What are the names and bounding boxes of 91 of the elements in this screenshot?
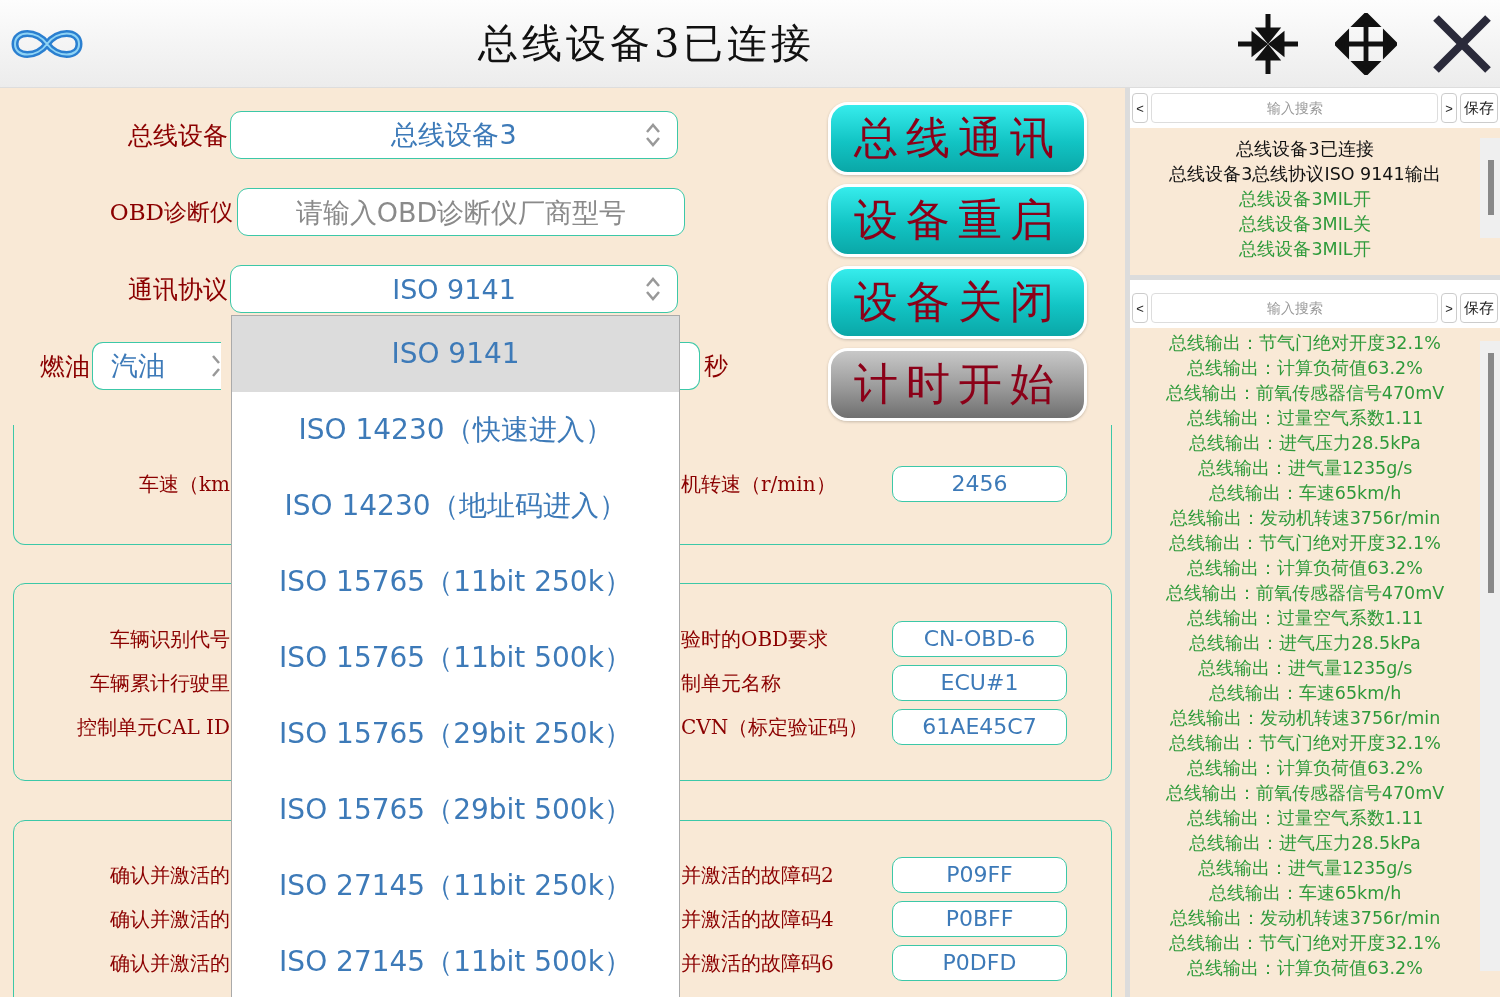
- field-label: 车速（km: [137, 470, 230, 498]
- log-line: 总线输出：计算负荷值63.2%: [1186, 757, 1424, 780]
- log-line: 总线输出：计算负荷值63.2%: [1186, 357, 1424, 380]
- next-button[interactable]: >: [1441, 293, 1457, 323]
- protocol-select[interactable]: ISO 9141: [230, 265, 678, 313]
- log-line: 总线输出：进气压力28.5kPa: [1188, 832, 1422, 855]
- previous-button[interactable]: <: [1132, 293, 1148, 323]
- log-line: 总线输出：过量空气系数1.11: [1185, 607, 1425, 630]
- window-title: 总线设备3已连接: [478, 19, 816, 68]
- next-button[interactable]: >: [1441, 93, 1457, 123]
- log-line: 总线输出：发动机转速3756r/min: [1168, 707, 1442, 730]
- field-label: 总线设备: [127, 119, 228, 152]
- dropdown-option[interactable]: ISO 14230（快速进入）: [232, 392, 679, 468]
- dropdown-option[interactable]: ISO 15765（29bit 500k）: [232, 772, 679, 848]
- value-field: CN-OBD-6: [892, 621, 1067, 657]
- log-line: 总线输出：前氧传感器信号470mV: [1164, 582, 1446, 605]
- field-label: 燃油: [40, 350, 90, 383]
- move-icon[interactable]: [1335, 12, 1397, 75]
- field-label: 验时的OBD要求: [681, 625, 830, 653]
- search-field[interactable]: 输入搜索: [1151, 93, 1438, 123]
- log-line: 总线输出：过量空气系数1.11: [1185, 807, 1425, 830]
- scrollbar[interactable]: [1480, 138, 1500, 238]
- dropdown-option[interactable]: ISO 14230（地址码进入）: [232, 468, 679, 544]
- log-line: 总线输出：进气压力28.5kPa: [1188, 632, 1422, 655]
- previous-button[interactable]: <: [1132, 93, 1148, 123]
- log-line: 总线输出：节气门绝对开度32.1%: [1168, 932, 1442, 955]
- log-line: 总线输出：计算负荷值63.2%: [1186, 957, 1424, 980]
- value-field: P0BFF: [892, 901, 1067, 937]
- dropdown-option[interactable]: ISO 15765（29bit 250k）: [232, 696, 679, 772]
- log-line: 总线输出：计算负荷值63.2%: [1186, 557, 1424, 580]
- field-label: 车辆累计行驶里: [89, 669, 230, 697]
- field-label: 并激活的故障码4: [681, 905, 835, 933]
- field-label: 并激活的故障码2: [681, 861, 835, 889]
- scrollbar[interactable]: [1480, 341, 1500, 971]
- action-button[interactable]: 总线通讯: [828, 102, 1087, 175]
- field-label: 确认并激活的: [109, 949, 230, 977]
- log-line: 总线输出：车速65km/h: [1207, 882, 1403, 905]
- unit-label: 秒: [704, 351, 728, 382]
- log-line: 总线输出：前氧传感器信号470mV: [1164, 382, 1446, 405]
- field-label: CVN（标定验证码）: [681, 713, 870, 741]
- field-label: 并激活的故障码6: [681, 949, 835, 977]
- field-label: 控制单元CAL ID: [75, 713, 230, 741]
- field-label: OBD诊断仪: [108, 197, 233, 227]
- dropdown-option[interactable]: ISO 27145（11bit 500k）: [232, 924, 679, 997]
- log-line: 总线设备3MIL开: [1238, 238, 1372, 261]
- log-line: 总线设备3MIL开: [1238, 188, 1372, 211]
- action-button[interactable]: 设备重启: [828, 184, 1087, 257]
- field-label: 机转速（r/min）: [681, 470, 837, 498]
- chevron-icon: [211, 353, 222, 379]
- log-line: 总线输出：进气量1235g/s: [1196, 657, 1414, 680]
- field-label: 制单元名称: [681, 669, 782, 697]
- fuel-select[interactable]: 汽油: [92, 342, 222, 390]
- log-line: 总线设备3已连接: [1235, 138, 1375, 161]
- value-field: ECU#1: [892, 665, 1067, 701]
- chevron-icon: [645, 276, 661, 302]
- search-field[interactable]: 输入搜索: [1151, 293, 1438, 323]
- log-line: 总线输出：前氧传感器信号470mV: [1164, 782, 1446, 805]
- field-label: 确认并激活的: [109, 861, 230, 889]
- dropdown-option[interactable]: ISO 15765（11bit 500k）: [232, 620, 679, 696]
- log-line: 总线输出：发动机转速3756r/min: [1168, 907, 1442, 930]
- input-field[interactable]: 请输入OBD诊断仪厂商型号: [237, 188, 685, 236]
- device-select[interactable]: 总线设备3: [230, 111, 678, 159]
- save-button[interactable]: 保存: [1460, 93, 1498, 123]
- field-label: 通讯协议: [127, 273, 228, 306]
- value-field: 2456: [892, 466, 1067, 502]
- dropdown-option[interactable]: ISO 15765（11bit 250k）: [232, 544, 679, 620]
- value-field: P0DFD: [892, 945, 1067, 981]
- log-line: 总线输出：进气压力28.5kPa: [1188, 432, 1422, 455]
- log-line: 总线输出：进气量1235g/s: [1196, 457, 1414, 480]
- dropdown-option[interactable]: ISO 27145（11bit 250k）: [232, 848, 679, 924]
- field-label: 确认并激活的: [109, 905, 230, 933]
- log-line: 总线输出：发动机转速3756r/min: [1168, 507, 1442, 530]
- log-line: 总线输出：过量空气系数1.11: [1185, 407, 1425, 430]
- value-field: 61AE45C7: [892, 709, 1067, 745]
- value-field: P09FF: [892, 857, 1067, 893]
- collapse-arrows-icon[interactable]: [1236, 11, 1300, 76]
- log-line: 总线设备3总线协议ISO 9141输出: [1168, 163, 1442, 186]
- field-label: 车辆识别代号: [109, 625, 230, 653]
- close-icon[interactable]: [1432, 13, 1492, 74]
- log-line: 总线输出：车速65km/h: [1207, 682, 1403, 705]
- chevron-icon: [645, 122, 661, 148]
- log-line: 总线设备3MIL关: [1238, 213, 1372, 236]
- action-button[interactable]: 计时开始: [828, 348, 1087, 421]
- log-line: 总线输出：节气门绝对开度32.1%: [1168, 732, 1442, 755]
- log-line: 总线输出：节气门绝对开度32.1%: [1168, 532, 1442, 555]
- log-line: 总线输出：节气门绝对开度32.1%: [1168, 332, 1442, 355]
- log-line: 总线输出：进气量1235g/s: [1196, 857, 1414, 880]
- log-line: 总线输出：车速65km/h: [1207, 482, 1403, 505]
- action-button[interactable]: 设备关闭: [828, 266, 1087, 339]
- dropdown-option[interactable]: ISO 9141: [232, 316, 679, 392]
- save-button[interactable]: 保存: [1460, 293, 1498, 323]
